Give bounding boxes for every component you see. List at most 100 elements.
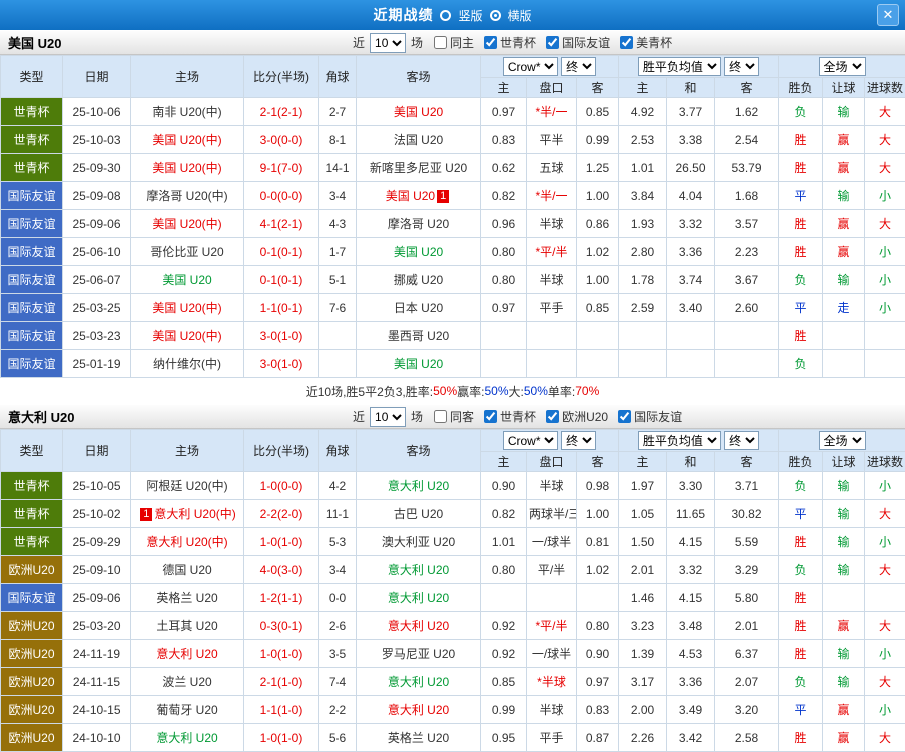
radio-vertical[interactable] xyxy=(440,9,452,21)
home-team-cell: 波兰 U20 xyxy=(130,667,244,696)
home-team-cell: 德国 U20 xyxy=(130,555,244,584)
avg-final-select[interactable]: 终 xyxy=(724,431,760,450)
competition-type-cell: 世青杯 xyxy=(0,527,63,556)
filter-label[interactable]: 美青杯 xyxy=(636,34,672,51)
odds-cell: 0.99 xyxy=(576,125,619,154)
corners-cell: 14-1 xyxy=(318,153,357,182)
avg-odds-select[interactable]: 胜平负均值 xyxy=(637,431,721,450)
odds-cell: 0.97 xyxy=(480,97,527,126)
avg-odds-cell: 2.54 xyxy=(713,125,780,154)
date-cell: 25-09-10 xyxy=(62,555,131,584)
home-team-cell: 美国 U20 xyxy=(130,265,244,294)
odds-cell: 半球 xyxy=(526,209,577,238)
avg-odds-cell: 3.36 xyxy=(666,237,715,266)
odds-cell xyxy=(526,583,577,612)
filter-checkbox[interactable] xyxy=(484,36,498,49)
competition-type-cell: 世青杯 xyxy=(0,97,63,126)
column-header-avg-away: 客 xyxy=(713,451,780,472)
score-cell: 2-2(2-0) xyxy=(243,499,319,528)
score-cell: 1-0(1-0) xyxy=(243,527,319,556)
filter-checkbox[interactable] xyxy=(484,410,498,423)
filter-checkbox[interactable] xyxy=(546,36,560,49)
corners-cell: 4-2 xyxy=(318,471,357,500)
date-cell: 25-09-06 xyxy=(62,583,131,612)
team-name-wrap: 葡萄牙 U20 xyxy=(156,703,217,717)
bookmaker-final-select[interactable]: 终 xyxy=(561,57,597,76)
summary-text: 50% xyxy=(433,384,458,398)
bookmaker-select[interactable]: Crow* xyxy=(502,57,558,76)
odds-cell: 0.96 xyxy=(480,209,527,238)
result-cell: 赢 xyxy=(822,237,866,266)
team-name-wrap: 美国 U20 1 xyxy=(386,189,451,203)
radio-horizontal-label[interactable]: 横版 xyxy=(508,7,532,24)
filter-label[interactable]: 同客 xyxy=(450,408,474,425)
odds-cell xyxy=(576,349,619,378)
filter-checkbox[interactable] xyxy=(434,36,448,49)
team-name: 古巴 U20 xyxy=(393,507,444,521)
column-header-corners: 角球 xyxy=(318,429,357,472)
corners-cell: 7-6 xyxy=(318,293,357,322)
radio-vertical-label[interactable]: 竖版 xyxy=(458,7,482,24)
away-team-cell: 新喀里多尼亚 U20 xyxy=(356,153,481,182)
odds-cell: 0.86 xyxy=(576,209,619,238)
result-cell: 小 xyxy=(864,695,905,724)
filter-label[interactable]: 世青杯 xyxy=(500,408,536,425)
filter-label[interactable]: 国际友谊 xyxy=(634,408,682,425)
team-name: 哥伦比亚 U20 xyxy=(150,245,224,259)
home-team-cell: 南非 U20(中) xyxy=(130,97,244,126)
filter-checkbox[interactable] xyxy=(620,36,634,49)
filter-checkbox[interactable] xyxy=(434,410,448,423)
filter-label[interactable]: 欧洲U20 xyxy=(562,408,608,425)
close-button[interactable]: ✕ xyxy=(877,4,899,26)
result-cell: 输 xyxy=(822,667,866,696)
competition-type-cell: 欧洲U20 xyxy=(0,555,63,584)
odds-cell: 0.80 xyxy=(480,237,527,266)
odds-cell: 平手 xyxy=(526,723,577,752)
column-header-score: 比分(半场) xyxy=(243,429,319,472)
column-header-odds-home: 主 xyxy=(480,77,527,98)
filter-label[interactable]: 同主 xyxy=(450,34,474,51)
filter-label[interactable]: 世青杯 xyxy=(500,34,536,51)
result-cell: 赢 xyxy=(822,695,866,724)
column-header-type: 类型 xyxy=(0,55,63,98)
result-cell: 小 xyxy=(864,181,905,210)
team-name-wrap: 意大利 U20 xyxy=(388,563,449,577)
team-name: 南非 U20(中) xyxy=(152,105,222,119)
match-count-select[interactable]: 10 xyxy=(370,32,407,53)
match-row: 国际友谊 25-09-06 美国 U20(中) 4-1(2-1) 4-3 摩洛哥 U20 0… xyxy=(0,209,905,238)
team-name: 墨西哥 U20 xyxy=(387,329,450,343)
corners-cell: 2-7 xyxy=(318,97,357,126)
scope-select[interactable]: 全场 xyxy=(818,57,866,76)
filter-checkbox[interactable] xyxy=(546,410,560,423)
radio-horizontal[interactable] xyxy=(489,9,501,21)
filter-label[interactable]: 国际友谊 xyxy=(562,34,610,51)
home-team-cell: 英格兰 U20 xyxy=(130,583,244,612)
scope-select[interactable]: 全场 xyxy=(818,431,866,450)
avg-odds-cell xyxy=(618,321,667,350)
odds-cell: 0.95 xyxy=(480,723,527,752)
bookmaker-select[interactable]: Crow* xyxy=(502,431,558,450)
avg-odds-cell: 3.23 xyxy=(618,611,667,640)
home-team-cell: 葡萄牙 U20 xyxy=(130,695,244,724)
column-header-handicap: 盘口 xyxy=(526,77,577,98)
bookmaker-final-select[interactable]: 终 xyxy=(561,431,597,450)
avg-odds-cell: 2.01 xyxy=(618,555,667,584)
near-label: 近 xyxy=(353,36,366,50)
column-header-handicap-result: 让球 xyxy=(822,451,866,472)
date-cell: 24-10-10 xyxy=(62,723,131,752)
filter-checkbox[interactable] xyxy=(618,410,632,423)
corners-cell: 11-1 xyxy=(318,499,357,528)
corners-cell: 1-7 xyxy=(318,237,357,266)
home-team-cell: 美国 U20(中) xyxy=(130,125,244,154)
avg-odds-group: 胜平负均值 终 xyxy=(617,55,780,78)
score-cell: 0-0(0-0) xyxy=(243,181,319,210)
avg-final-select[interactable]: 终 xyxy=(724,57,760,76)
odds-cell: 0.62 xyxy=(480,153,527,182)
match-count-select[interactable]: 10 xyxy=(370,406,407,427)
avg-odds-select[interactable]: 胜平负均值 xyxy=(637,57,721,76)
date-cell: 25-10-06 xyxy=(62,97,131,126)
team-name-wrap: 新喀里多尼亚 U20 xyxy=(370,161,467,175)
odds-cell: 半球 xyxy=(526,471,577,500)
home-team-cell: 意大利 U20 xyxy=(130,723,244,752)
team-name: 意大利 U20 xyxy=(387,619,450,633)
